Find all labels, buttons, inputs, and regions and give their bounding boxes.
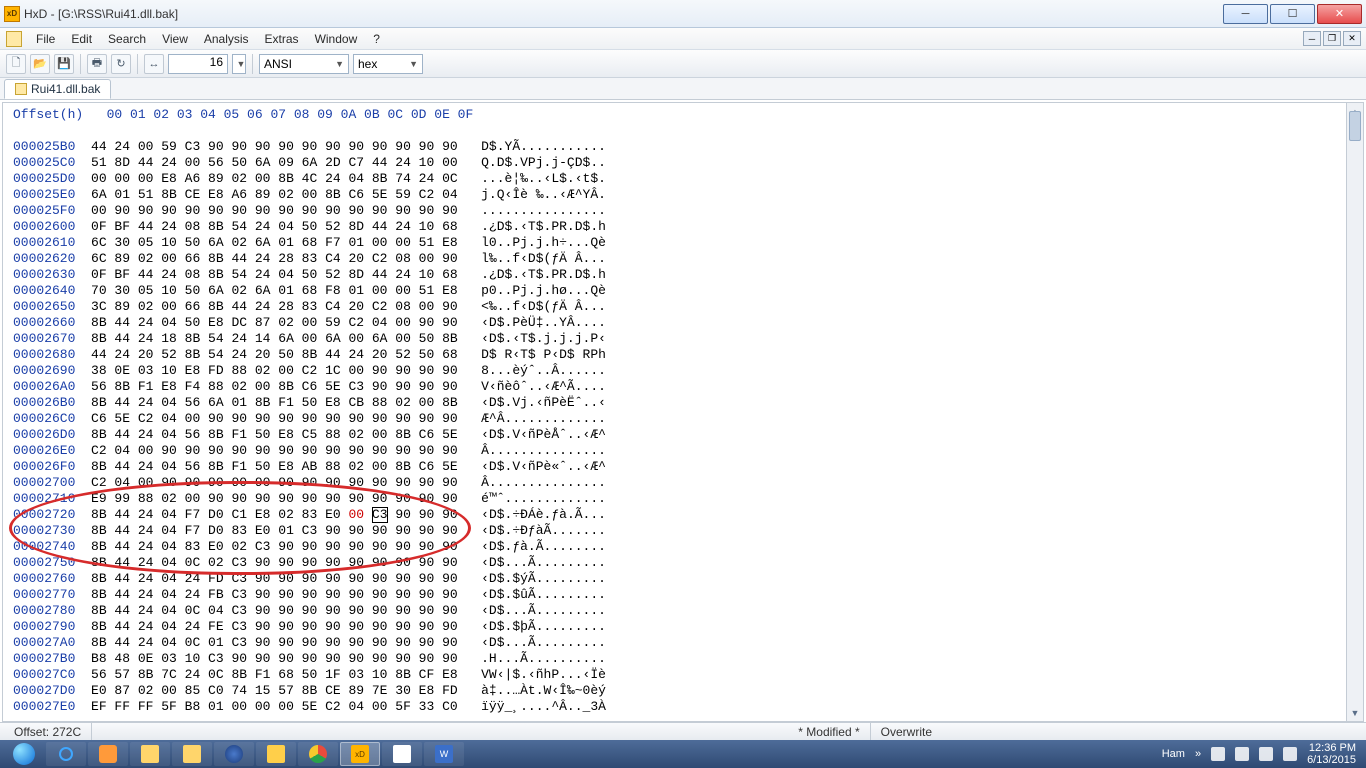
tray-battery-icon[interactable]	[1283, 747, 1297, 761]
number-base-combo[interactable]: hex▼	[353, 54, 423, 74]
file-tab-label: Rui41.dll.bak	[31, 82, 100, 96]
minimize-button[interactable]: ─	[1223, 4, 1268, 24]
tray-clock[interactable]: 12:36 PM 6/13/2015	[1307, 742, 1356, 766]
toolbar: 🗋 📂 💾 🖶 ↻ ↔ 16 ▼ ANSI▼ hex▼	[0, 50, 1366, 78]
menu-search[interactable]: Search	[100, 30, 154, 48]
taskbar-hxd-button[interactable]: xD	[340, 742, 380, 766]
menu-file[interactable]: File	[28, 30, 63, 48]
tray-date: 6/13/2015	[1307, 754, 1356, 766]
chrome-icon	[309, 745, 327, 763]
window-title: HxD - [G:\RSS\Rui41.dll.bak]	[24, 7, 178, 21]
paint-icon	[393, 745, 411, 763]
tray-network-icon[interactable]	[1235, 747, 1249, 761]
mediaplayer-icon	[99, 745, 117, 763]
windows-orb-icon	[13, 743, 35, 765]
tray-flag-icon[interactable]	[1211, 747, 1225, 761]
print-button[interactable]: 🖶	[87, 54, 107, 74]
taskbar-mediaplayer-button[interactable]	[88, 742, 128, 766]
file-tab[interactable]: Rui41.dll.bak	[4, 79, 111, 99]
tray-chevron-icon[interactable]: »	[1195, 748, 1201, 760]
hex-editor[interactable]: Offset(h) 00 01 02 03 04 05 06 07 08 09 …	[2, 102, 1364, 722]
maximize-button[interactable]: ☐	[1270, 4, 1315, 24]
status-mode: Overwrite	[871, 723, 942, 740]
taskbar-ie-button[interactable]	[46, 742, 86, 766]
taskbar-firefox-button[interactable]	[214, 742, 254, 766]
new-button[interactable]: 🗋	[6, 54, 26, 74]
scroll-down-button[interactable]: ▼	[1347, 704, 1363, 721]
status-offset: Offset: 272C	[4, 723, 92, 740]
close-button[interactable]: ✕	[1317, 4, 1362, 24]
vertical-scrollbar[interactable]: ▲ ▼	[1346, 103, 1363, 721]
menubar: FileEditSearchViewAnalysisExtrasWindow? …	[0, 28, 1366, 50]
taskbar-chrome-button[interactable]	[298, 742, 338, 766]
taskbar-paint-button[interactable]	[382, 742, 422, 766]
mdi-minimize-button[interactable]: ─	[1303, 31, 1321, 46]
ie-icon	[59, 747, 73, 761]
bytes-per-row-input[interactable]: 16	[168, 54, 228, 74]
menu-view[interactable]: View	[154, 30, 196, 48]
bytes-per-row-dropdown[interactable]: ▼	[232, 54, 246, 74]
tray-time: 12:36 PM	[1307, 742, 1356, 754]
taskbar-word-button[interactable]: W	[424, 742, 464, 766]
taskbar-explorer2-button[interactable]	[172, 742, 212, 766]
hxd-icon: xD	[351, 745, 369, 763]
menu-analysis[interactable]: Analysis	[196, 30, 257, 48]
open-button[interactable]: 📂	[30, 54, 50, 74]
app-icon: xD	[4, 6, 20, 22]
taskbar-explorer-button[interactable]	[130, 742, 170, 766]
menu-extras[interactable]: Extras	[257, 30, 307, 48]
tray-volume-icon[interactable]	[1259, 747, 1273, 761]
document-icon	[6, 31, 22, 47]
window-controls: ─ ☐ ✕	[1223, 4, 1362, 24]
outlook-icon	[267, 745, 285, 763]
menu-edit[interactable]: Edit	[63, 30, 100, 48]
folder-icon	[141, 745, 159, 763]
menu-?[interactable]: ?	[365, 30, 388, 48]
start-button[interactable]	[4, 740, 44, 768]
folder-icon	[183, 745, 201, 763]
save-button[interactable]: 💾	[54, 54, 74, 74]
bytes-per-row-value: 16	[210, 55, 223, 69]
refresh-button[interactable]: ↻	[111, 54, 131, 74]
tray-user-label: Ham	[1162, 748, 1185, 760]
word-icon: W	[435, 745, 453, 763]
encoding-combo[interactable]: ANSI▼	[259, 54, 349, 74]
status-bar: Offset: 272C * Modified * Overwrite	[0, 722, 1366, 740]
taskbar: xD W Ham » 12:36 PM 6/13/2015	[0, 740, 1366, 768]
taskbar-outlook-button[interactable]	[256, 742, 296, 766]
file-icon	[15, 83, 27, 95]
mdi-restore-button[interactable]: ❐	[1323, 31, 1341, 46]
scrollbar-thumb[interactable]	[1349, 111, 1361, 141]
titlebar: xD HxD - [G:\RSS\Rui41.dll.bak] ─ ☐ ✕	[0, 0, 1366, 28]
encoding-value: ANSI	[264, 57, 292, 71]
status-modified: * Modified *	[788, 723, 870, 740]
system-tray: Ham » 12:36 PM 6/13/2015	[1162, 742, 1362, 766]
firefox-icon	[225, 745, 243, 763]
file-tabs: Rui41.dll.bak	[0, 78, 1366, 100]
mdi-close-button[interactable]: ✕	[1343, 31, 1361, 46]
number-base-value: hex	[358, 57, 377, 71]
goto-button[interactable]: ↔	[144, 54, 164, 74]
mdi-controls: ─ ❐ ✕	[1303, 31, 1361, 46]
menu-window[interactable]: Window	[307, 30, 366, 48]
